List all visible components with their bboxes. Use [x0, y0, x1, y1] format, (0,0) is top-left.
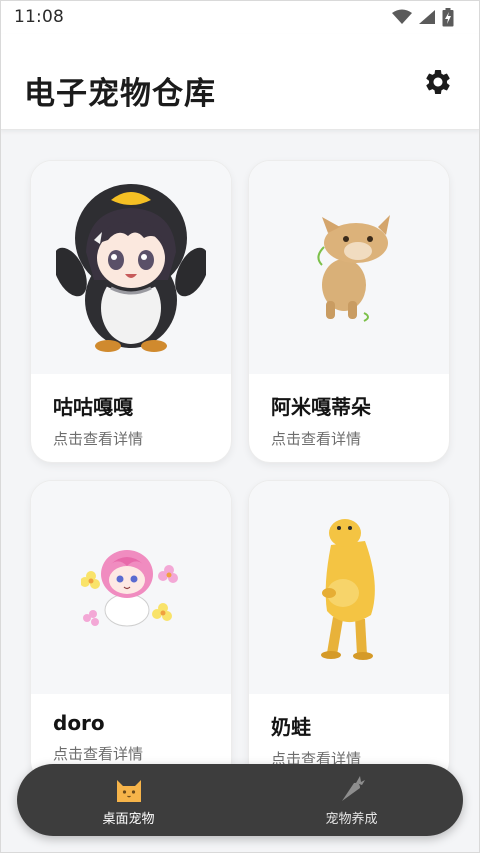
- pet-card-text: doro 点击查看详情: [53, 711, 143, 764]
- pet-card[interactable]: 奶蛙 点击查看详情: [248, 480, 450, 783]
- cat-face-icon: [116, 779, 141, 802]
- pet-name: 咕咕嘎嘎: [53, 395, 133, 419]
- pet-grid: 咕咕嘎嘎 点击查看详情 阿米嘎蒂朵 点击查看详情 doro 点击查看详情 奶蛙 …: [0, 130, 480, 853]
- pet-image-penguin-girl: [31, 161, 231, 374]
- pet-card[interactable]: 阿米嘎蒂朵 点击查看详情: [248, 160, 450, 463]
- pet-card-text: 咕咕嘎嘎 点击查看详情: [53, 391, 143, 449]
- nav-label: 桌面宠物: [102, 811, 155, 827]
- wifi-icon: [392, 9, 412, 24]
- pet-name: 阿米嘎蒂朵: [271, 395, 371, 419]
- pet-name: 奶蛙: [271, 715, 311, 739]
- settings-button[interactable]: [420, 64, 456, 100]
- app-bar: 电子宠物仓库: [0, 34, 480, 130]
- carrot-icon: [341, 775, 365, 801]
- nav-item-pet-raising[interactable]: 宠物养成: [282, 768, 422, 832]
- pet-card[interactable]: 咕咕嘎嘎 点击查看详情: [30, 160, 232, 463]
- page-title: 电子宠物仓库: [24, 76, 216, 112]
- nav-label: 宠物养成: [325, 811, 378, 827]
- battery-charging-icon: [442, 7, 454, 26]
- pet-subtitle: 点击查看详情: [53, 430, 144, 448]
- pet-subtitle: 点击查看详情: [271, 430, 362, 448]
- status-icons: [392, 7, 454, 27]
- pet-image-cat: [249, 161, 449, 374]
- pet-card[interactable]: doro 点击查看详情: [30, 480, 232, 783]
- pet-card-text: 奶蛙 点击查看详情: [271, 711, 361, 769]
- bottom-nav: 桌面宠物 宠物养成: [17, 764, 463, 836]
- signal-icon: [419, 10, 435, 24]
- pet-subtitle: 点击查看详情: [53, 745, 144, 763]
- nav-item-desktop-pet[interactable]: 桌面宠物: [59, 768, 199, 832]
- gear-icon: [426, 70, 450, 94]
- pet-card-text: 阿米嘎蒂朵 点击查看详情: [271, 391, 371, 449]
- pet-image-doro: [31, 481, 231, 694]
- pet-image-yellow-frog: [249, 481, 449, 694]
- pet-name: doro: [53, 711, 105, 735]
- status-time: 11:08: [14, 7, 64, 27]
- status-bar: 11:08: [0, 0, 480, 34]
